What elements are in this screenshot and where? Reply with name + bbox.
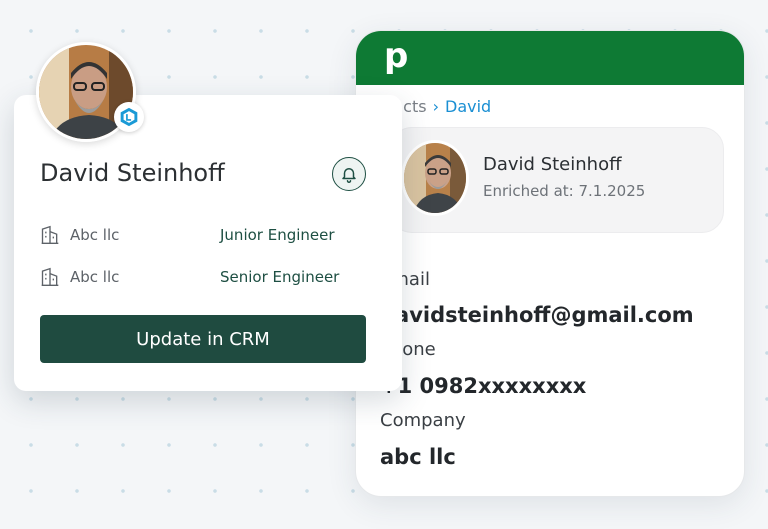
building-icon [40, 225, 60, 249]
linkedin-badge-icon [114, 102, 144, 132]
contact-name: David Steinhoff [483, 154, 622, 175]
company-value[interactable]: abc llc [380, 445, 456, 469]
update-in-crm-button[interactable]: Update in CRM [40, 315, 366, 363]
enriched-date: Enriched at: 7.1.2025 [483, 182, 646, 200]
company-label: Company [380, 410, 466, 431]
breadcrumb-current: David [445, 97, 492, 116]
crm-panel: p Contacts›David David Steinhoff Enriche… [355, 30, 745, 497]
job-company: Abc llc [70, 226, 120, 244]
profile-name: David Steinhoff [40, 159, 225, 187]
job-row: Abc llc Junior Engineer [40, 223, 370, 247]
crm-header: p [356, 31, 744, 85]
job-row: Abc llc Senior Engineer [40, 265, 370, 289]
building-icon [40, 267, 60, 291]
breadcrumb-separator-icon: › [432, 97, 439, 116]
enriched-contact-card: David Steinhoff Enriched at: 7.1.2025 [390, 127, 724, 233]
email-value[interactable]: davidsteinhoff@gmail.com [380, 303, 694, 327]
job-title: Junior Engineer [220, 226, 335, 244]
phone-value[interactable]: +1 0982xxxxxxxx [380, 374, 586, 398]
crm-logo[interactable]: p [384, 39, 408, 73]
job-title: Senior Engineer [220, 268, 340, 286]
avatar [401, 140, 469, 216]
bell-icon[interactable] [332, 157, 366, 191]
job-company: Abc llc [70, 268, 120, 286]
